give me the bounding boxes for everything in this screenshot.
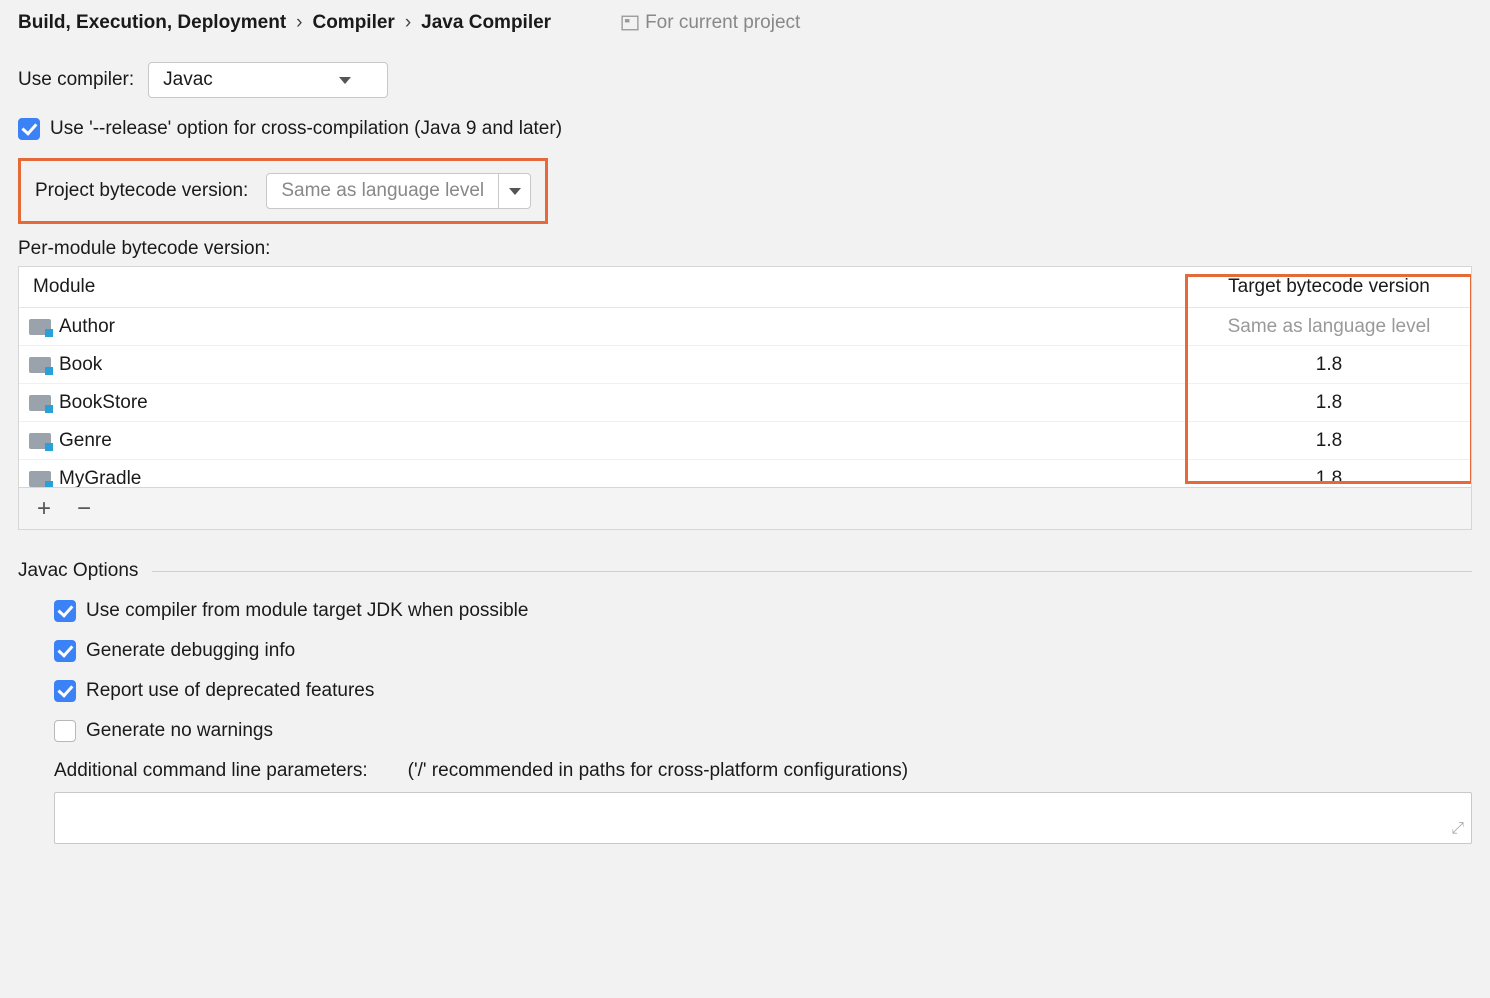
javac-options-section: Javac Options xyxy=(18,560,1472,582)
expand-icon[interactable]: ⤢ xyxy=(1451,820,1464,838)
module-name: Author xyxy=(59,316,115,338)
opt-nowarn-row[interactable]: Generate no warnings xyxy=(54,720,1472,742)
opt-nowarn-checkbox[interactable] xyxy=(54,720,76,742)
breadcrumb-row: Build, Execution, Deployment › Compiler … xyxy=(18,12,1472,34)
javac-options-label: Javac Options xyxy=(18,560,138,582)
crumb-build[interactable]: Build, Execution, Deployment xyxy=(18,12,286,34)
folder-icon xyxy=(29,357,51,373)
module-table: Module Target bytecode version Author Sam… xyxy=(18,266,1472,530)
breadcrumb: Build, Execution, Deployment › Compiler … xyxy=(18,12,551,34)
project-bytecode-label: Project bytecode version: xyxy=(35,180,248,202)
scope-label: For current project xyxy=(645,12,800,34)
project-scope-icon xyxy=(621,14,639,32)
crumb-java-compiler[interactable]: Java Compiler xyxy=(421,12,551,34)
target-cell[interactable]: 1.8 xyxy=(1187,354,1471,376)
params-hint: ('/' recommended in paths for cross-plat… xyxy=(408,760,908,782)
use-compiler-select[interactable]: Javac xyxy=(148,62,388,98)
javac-options: Use compiler from module target JDK when… xyxy=(18,600,1472,844)
module-cell: Genre xyxy=(19,430,1187,452)
folder-icon xyxy=(29,395,51,411)
use-compiler-label: Use compiler: xyxy=(18,69,134,91)
module-name: Book xyxy=(59,354,102,376)
module-name: MyGradle xyxy=(59,468,141,487)
table-row[interactable]: Author Same as language level xyxy=(19,308,1471,346)
table-body: AuthorSame as language levelBook1.8BookS… xyxy=(19,307,1471,487)
opt-debug-checkbox[interactable] xyxy=(54,640,76,662)
project-bytecode-value: Same as language level xyxy=(267,180,498,202)
opt-deprecated-checkbox[interactable] xyxy=(54,680,76,702)
params-label: Additional command line parameters: xyxy=(54,760,368,782)
params-field-wrap: ⤢ xyxy=(54,792,1472,844)
scope-current-project: For current project xyxy=(621,12,800,34)
add-button[interactable]: + xyxy=(37,497,51,521)
target-cell[interactable]: 1.8 xyxy=(1187,468,1471,487)
opt-debug-row[interactable]: Generate debugging info xyxy=(54,640,1472,662)
table-row[interactable]: MyGradle 1.8 xyxy=(19,460,1471,487)
module-cell: MyGradle xyxy=(19,468,1187,487)
opt-target-jdk-label: Use compiler from module target JDK when… xyxy=(86,600,528,622)
col-target[interactable]: Target bytecode version xyxy=(1187,276,1471,298)
folder-icon xyxy=(29,319,51,335)
opt-deprecated-row[interactable]: Report use of deprecated features xyxy=(54,680,1472,702)
target-cell[interactable]: 1.8 xyxy=(1187,430,1471,452)
table-row[interactable]: Genre 1.8 xyxy=(19,422,1471,460)
opt-debug-label: Generate debugging info xyxy=(86,640,295,662)
divider xyxy=(152,571,1472,572)
folder-icon xyxy=(29,433,51,449)
module-cell: Author xyxy=(19,316,1187,338)
release-option-label: Use '--release' option for cross-compila… xyxy=(50,118,562,140)
per-module-label: Per-module bytecode version: xyxy=(18,238,1472,260)
table-header: Module Target bytecode version xyxy=(19,267,1471,307)
target-cell[interactable]: 1.8 xyxy=(1187,392,1471,414)
use-compiler-value: Javac xyxy=(149,69,329,91)
project-bytecode-highlight: Project bytecode version: Same as langua… xyxy=(18,158,548,224)
module-cell: BookStore xyxy=(19,392,1187,414)
table-row[interactable]: Book 1.8 xyxy=(19,346,1471,384)
release-option-row[interactable]: Use '--release' option for cross-compila… xyxy=(18,118,1472,140)
folder-icon xyxy=(29,471,51,487)
chevron-right-icon: › xyxy=(296,12,302,34)
opt-deprecated-label: Report use of deprecated features xyxy=(86,680,374,702)
col-module[interactable]: Module xyxy=(19,276,1187,298)
module-name: BookStore xyxy=(59,392,148,414)
params-field[interactable] xyxy=(54,792,1472,844)
target-cell[interactable]: Same as language level xyxy=(1187,316,1471,338)
module-name: Genre xyxy=(59,430,112,452)
chevron-down-icon xyxy=(329,63,361,97)
opt-target-jdk-checkbox[interactable] xyxy=(54,600,76,622)
crumb-compiler[interactable]: Compiler xyxy=(312,12,394,34)
use-compiler-row: Use compiler: Javac xyxy=(18,62,1472,98)
project-bytecode-select[interactable]: Same as language level xyxy=(266,173,531,209)
opt-nowarn-label: Generate no warnings xyxy=(86,720,273,742)
table-row[interactable]: BookStore 1.8 xyxy=(19,384,1471,422)
opt-target-jdk-row[interactable]: Use compiler from module target JDK when… xyxy=(54,600,1472,622)
col-target-label: Target bytecode version xyxy=(1228,276,1430,297)
release-option-checkbox[interactable] xyxy=(18,118,40,140)
table-footer: + − xyxy=(19,487,1471,529)
module-cell: Book xyxy=(19,354,1187,376)
params-row: Additional command line parameters: ('/'… xyxy=(54,760,1472,782)
chevron-right-icon: › xyxy=(405,12,411,34)
remove-button[interactable]: − xyxy=(77,497,91,521)
chevron-down-icon xyxy=(498,174,530,208)
